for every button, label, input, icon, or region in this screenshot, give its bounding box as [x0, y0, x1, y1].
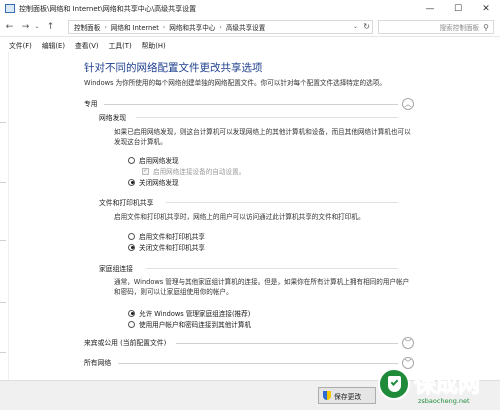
radio-button-selected[interactable]	[128, 243, 135, 251]
uac-shield-icon	[323, 391, 331, 400]
watermark-shield-icon	[378, 368, 410, 400]
profile-private-label: 专用	[84, 100, 98, 108]
profile-private-header[interactable]: 专用 ︿	[84, 98, 414, 110]
profile-all-networks-header[interactable]: 所有网络 ﹀	[84, 357, 414, 369]
option-label: 关闭文件和打印机共享	[139, 244, 205, 252]
search-input[interactable]: 搜索控制面板 ⚲	[378, 20, 494, 34]
option-label: 启用文件和打印机共享	[139, 233, 205, 241]
disable-network-discovery-option[interactable]: 关闭网络发现	[128, 177, 179, 187]
breadcrumb-item[interactable]: 控制面板	[74, 22, 100, 32]
forward-arrow-icon[interactable]: →	[19, 20, 32, 34]
breadcrumb-item[interactable]: 网络和共享中心	[169, 22, 215, 32]
menu-file[interactable]: 文件(F)	[9, 40, 32, 50]
edge-tick	[0, 122, 6, 123]
breadcrumb-separator-icon: ›	[162, 23, 166, 31]
save-changes-label: 保存更改	[334, 392, 362, 401]
option-label: 启用网络发现	[139, 157, 179, 165]
network-discovery-title: 网络发现	[99, 114, 127, 122]
maximize-button[interactable]: ☐	[444, 0, 472, 17]
edge-tick	[0, 352, 6, 353]
profile-all-networks-label: 所有网络	[84, 359, 112, 367]
divider	[118, 363, 398, 364]
window-controls: — ☐ ✕	[416, 0, 500, 17]
menu-help[interactable]: 帮助(H)	[142, 40, 166, 50]
divider	[146, 268, 398, 269]
back-arrow-icon[interactable]: ←	[3, 20, 16, 34]
watermark-text: 保成网	[413, 373, 481, 399]
enable-file-printer-sharing-option[interactable]: 启用文件和打印机共享	[128, 231, 205, 241]
option-label: 关闭网络发现	[139, 179, 179, 187]
divider	[176, 343, 398, 344]
menu-edit[interactable]: 编辑(E)	[42, 40, 65, 50]
radio-button[interactable]	[128, 156, 135, 164]
address-dropdown-icon[interactable]: ⌄	[353, 23, 358, 30]
breadcrumb-separator-icon: ›	[104, 23, 107, 31]
title-bar: 控制面板\网络和 Internet\网络和共享中心\高级共享设置 — ☐ ✕	[0, 0, 500, 17]
page-intro: Windows 为你所使用的每个网络创建单独的网络配置文件。你可以针对每个配置文…	[84, 79, 386, 87]
expand-chevron-icon[interactable]: ﹀	[402, 337, 414, 349]
disable-file-printer-sharing-option[interactable]: 关闭文件和打印机共享	[128, 242, 205, 252]
close-button[interactable]: ✕	[472, 0, 500, 17]
divider	[104, 104, 398, 105]
watermark: 保成网 zsbaocheng.net	[378, 362, 500, 410]
profile-guest-label: 来宾或公用 (当前配置文件)	[84, 339, 167, 347]
network-discovery-desc: 如果已启用网络发现，则这台计算机可以发现网络上的其他计算机和设备，而且其他网络计…	[114, 128, 411, 146]
breadcrumb[interactable]: 控制面板 › 网络和 Internet › 网络和共享中心 › 高级共享设置 ⌄…	[68, 20, 373, 34]
file-printer-sharing-desc: 启用文件和打印机共享时，网络上的用户可以访问通过此计算机共享的文件和打印机。	[114, 213, 365, 221]
edge-tick	[0, 240, 6, 241]
search-icon[interactable]: ⚲	[483, 23, 489, 32]
breadcrumb-separator-icon: ›	[219, 23, 222, 31]
save-changes-button[interactable]: 保存更改	[318, 387, 376, 404]
option-label: 启用网络连接设备的自动设置。	[153, 168, 246, 176]
use-account-password-option[interactable]: 使用用户帐户和密码连接到其他计算机	[128, 319, 251, 329]
up-arrow-icon[interactable]: ↑	[44, 20, 57, 34]
edge-tick	[0, 302, 6, 303]
main-content: 针对不同的网络配置文件更改共享选项 Windows 为你所使用的每个网络创建单独…	[84, 60, 424, 369]
profile-guest-header[interactable]: 来宾或公用 (当前配置文件) ﹀	[84, 337, 414, 349]
breadcrumb-item[interactable]: 网络和 Internet	[111, 22, 159, 32]
windows-manage-homegroup-option[interactable]: 允许 Windows 管理家庭组连接(推荐)	[128, 308, 250, 318]
background-window-edge	[0, 52, 9, 380]
minimize-button[interactable]: —	[416, 0, 444, 17]
option-label: 允许 Windows 管理家庭组连接(推荐)	[139, 310, 251, 318]
radio-button[interactable]	[128, 320, 135, 328]
search-placeholder: 搜索控制面板	[439, 24, 480, 32]
breadcrumb-item[interactable]: 高级共享设置	[226, 22, 266, 32]
checkbox: ✓	[142, 167, 149, 175]
page-title: 针对不同的网络配置文件更改共享选项	[84, 62, 263, 74]
refresh-icon[interactable]: ↻	[363, 22, 370, 31]
option-label: 使用用户帐户和密码连接到其他计算机	[139, 321, 252, 329]
enable-network-discovery-option[interactable]: 启用网络发现	[128, 155, 179, 165]
radio-button[interactable]	[128, 232, 135, 240]
divider	[136, 117, 398, 118]
homegroup-connection-title: 家庭组连接	[99, 265, 133, 273]
menu-bar: 文件(F) 编辑(E) 查看(V) 工具(T) 帮助(H)	[0, 38, 500, 51]
file-printer-sharing-title: 文件和打印机共享	[99, 199, 154, 207]
recent-pages-chevron-icon[interactable]: ⌄	[33, 20, 41, 34]
homegroup-connection-desc: 通常，Windows 管理与其他家庭组计算机的连接。但是，如果你在所有计算机上拥…	[114, 278, 410, 296]
window-title: 控制面板\网络和 Internet\网络和共享中心\高级共享设置	[19, 4, 197, 13]
collapse-chevron-icon[interactable]: ︿	[402, 98, 414, 110]
menu-view[interactable]: 查看(V)	[75, 40, 99, 50]
address-bar: ← → ⌄ ↑ 控制面板 › 网络和 Internet › 网络和共享中心 › …	[0, 17, 500, 37]
edge-tick	[0, 182, 6, 183]
radio-button-selected[interactable]	[128, 309, 135, 317]
auto-setup-option: ✓ 启用网络连接设备的自动设置。	[142, 166, 245, 176]
divider	[166, 202, 398, 203]
watermark-url: zsbaocheng.net	[418, 397, 470, 405]
radio-button-selected[interactable]	[128, 178, 135, 186]
menu-tools[interactable]: 工具(T)	[109, 40, 132, 50]
control-panel-icon	[5, 4, 15, 13]
